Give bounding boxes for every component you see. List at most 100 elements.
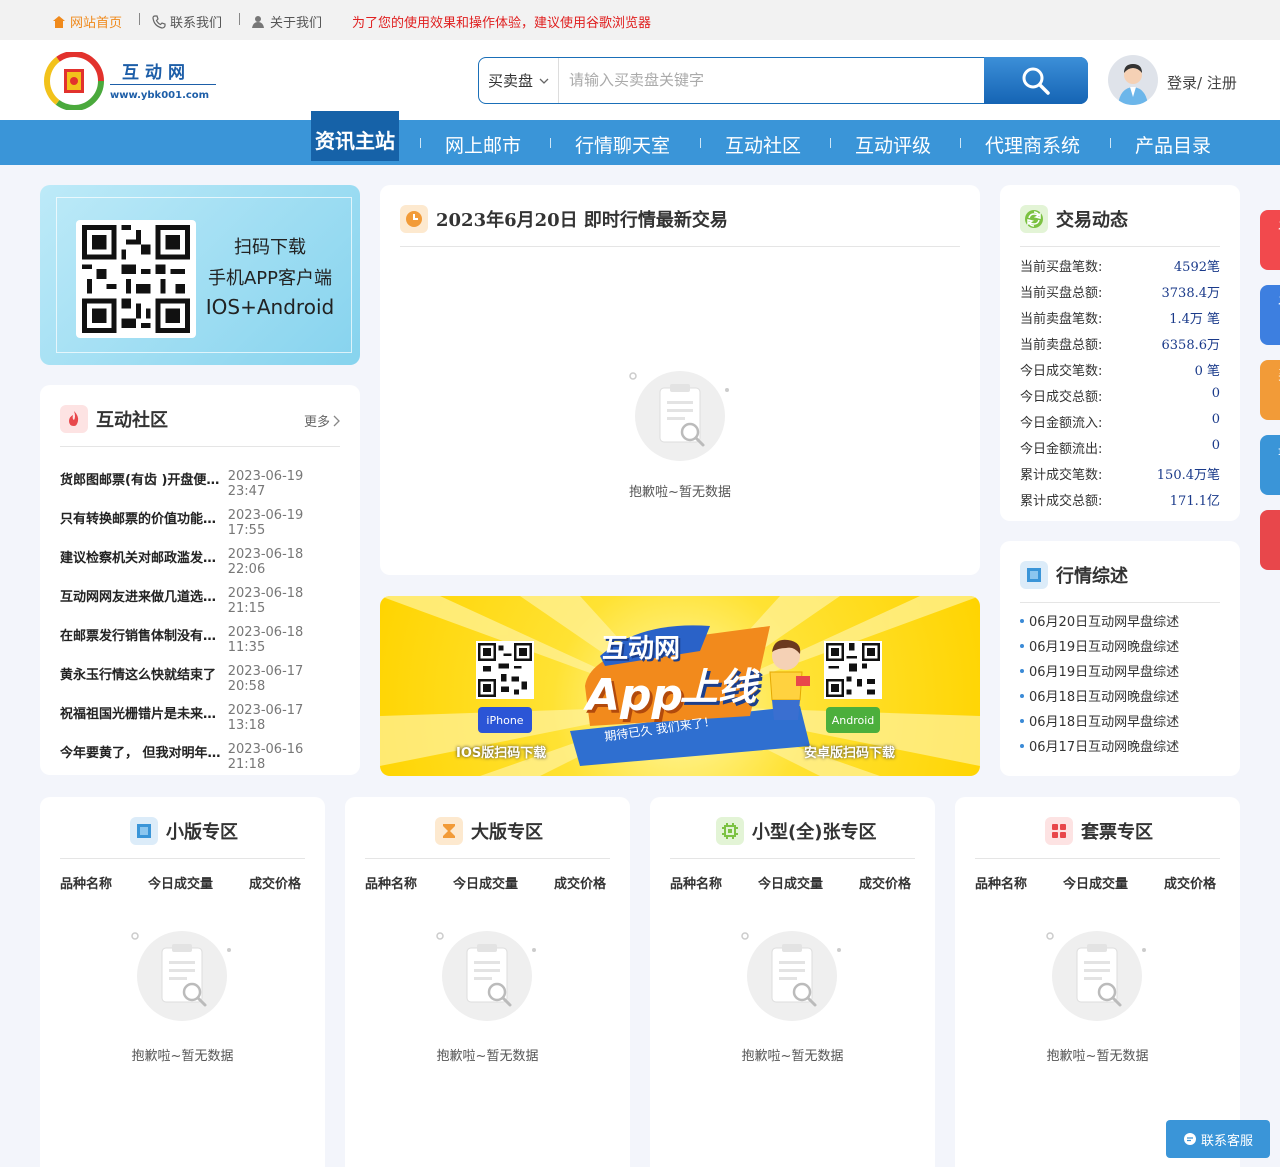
stat-label: 累计成交总额: [1020,494,1103,509]
column-header: 今日成交量 [1063,877,1129,892]
community-title-text: 互动社区 [96,410,168,431]
list-item[interactable]: 06月19日互动网早盘综述 [1020,661,1179,680]
empty-clipboard-icon [1046,931,1146,1021]
community-more-link[interactable]: 更多 [304,411,340,430]
list-item[interactable]: 建议检察机关对邮政滥发邮票进行2023-06-18 22:06 [60,547,342,577]
contact-link[interactable]: 联系我们 [152,12,222,31]
post-date: 2023-06-18 22:06 [227,547,304,577]
list-item[interactable]: 黄永玉行情这么快就结束了 2023-06-17 20:58 [60,664,342,694]
stat-value: 0 [1211,412,1220,427]
banner-line-2: 手机APP客户端 [207,268,333,289]
side-tab-latest[interactable]: 最 [1260,435,1280,495]
home-link[interactable]: 网站首页 [52,12,122,31]
column-header: 成交价格 [1164,877,1217,892]
review-link: 06月17日互动网晚盘综述 [1029,740,1180,755]
clock-icon [400,205,428,233]
stat-label: 今日成交笔数: [1020,364,1103,379]
contact-label: 联系我们 [170,16,223,31]
phone-icon [152,14,166,29]
stat-label: 当前卖盘总额: [1020,338,1103,353]
bullet [1020,718,1024,723]
post-title: 在邮票发行销售体制没有改变之前 [60,629,228,644]
stat-row: 累计成交笔数: 150.4万笔 [1020,464,1220,483]
post-date: 2023-06-18 11:35 [227,625,304,655]
banner-line-1: 扫码下载 [234,237,306,258]
list-item[interactable]: 06月19日互动网晚盘综述 [1020,636,1179,655]
post-title: 今年要黄了， 但我对明年依然充满 [60,746,228,761]
avatar[interactable] [1108,55,1158,105]
banner-headline-app: App [586,670,684,721]
chevron-right-icon [333,415,340,426]
nav-item-agent-system[interactable]: 代理商系统 [985,131,1080,158]
post-title: 建议检察机关对邮政滥发邮票进行 [60,551,228,566]
empty-text: 抱歉啦~暂无数据 [1046,1049,1149,1064]
search-type-label: 买卖盘 [487,72,533,90]
zone-title: 小型(全)张专区 [716,817,876,845]
divider [1020,602,1220,603]
search-input[interactable] [569,66,969,94]
ios-caption: IOS版扫码下载 [456,746,547,761]
list-item[interactable]: 只有转换邮票的价值功能才有出路2023-06-19 17:55 [60,508,342,538]
nav-item-rating[interactable]: 互动评级 [855,131,931,158]
review-title: 行情综述 [1020,561,1128,589]
realtime-card: 2023年6月20日 即时行情最新交易 抱歉啦~暂无数据 [380,185,980,575]
stat-value: 150.4万笔 [1156,468,1220,483]
list-item[interactable]: 06月17日互动网晚盘综述 [1020,736,1179,755]
empty-text: 抱歉啦~暂无数据 [741,1049,844,1064]
search-button[interactable] [984,57,1088,104]
post-title: 货郎图邮票(有齿 )开盘便宜了一半 [60,473,228,488]
nav-item-catalog[interactable]: 产品目录 [1135,131,1211,158]
list-item[interactable]: 今年要黄了， 但我对明年依然充满2023-06-16 21:18 [60,742,342,772]
review-link: 06月19日互动网早盘综述 [1029,665,1180,680]
community-title: 互动社区 [60,405,168,433]
column-header: 品种名称 [975,877,1028,892]
column-header: 今日成交量 [148,877,214,892]
list-item[interactable]: 货郎图邮票(有齿 )开盘便宜了一半2023-06-19 23:47 [60,469,342,499]
bullet [1020,693,1024,698]
list-item[interactable]: 06月18日互动网早盘综述 [1020,711,1179,730]
empty-clipboard-icon [741,931,841,1021]
list-item[interactable]: 祝福祖国光栅错片是未来之星 2023-06-17 13:18 [60,703,342,733]
list-item[interactable]: 互动网网友进来做几道选择题 2023-06-18 21:15 [60,586,342,616]
side-tab-publish-buy[interactable]: 发 [1260,210,1280,270]
stat-row: 当前买盘总额: 3738.4万 [1020,282,1220,301]
stat-row: 今日成交笔数: 0 笔 [1020,360,1220,379]
contact-service-button[interactable]: 联系客服 [1166,1120,1270,1158]
ios-qr-code [476,641,534,699]
side-tab-buy[interactable]: 买 [1260,360,1280,420]
chevron-down-icon [539,78,549,84]
nav-divider [550,138,551,148]
hourglass-icon [435,817,463,845]
column-header: 今日成交量 [758,877,824,892]
list-item[interactable]: 在邮票发行销售体制没有改变之前2023-06-18 11:35 [60,625,342,655]
list-item[interactable]: 06月20日互动网早盘综述 [1020,611,1179,630]
logo-divider [110,84,216,85]
empty-clipboard-icon [629,371,729,461]
nav-item-chatroom[interactable]: 行情聊天室 [575,131,670,158]
nav-item-community[interactable]: 互动社区 [725,131,801,158]
side-tab-publish-sell[interactable]: 发 [1260,285,1280,345]
about-link[interactable]: 关于我们 [252,12,322,31]
nav-item-news[interactable]: 资讯主站 [311,111,399,161]
side-tab-custom[interactable]: 自 [1260,510,1280,570]
list-item[interactable]: 06月18日互动网晚盘综述 [1020,686,1179,705]
flame-icon [60,405,88,433]
search-type-select[interactable]: 买卖盘 [479,58,559,103]
qr-code-icon [82,225,190,333]
stat-value: 3738.4万 [1161,286,1221,301]
stat-row: 今日金额流入: 0 [1020,412,1220,431]
login-register-link[interactable]: 登录/ 注册 [1167,72,1237,93]
stat-label: 当前卖盘笔数: [1020,312,1103,327]
banner-headline-launch: 上线 [680,665,757,709]
bullet [1020,618,1024,623]
zone-title-text: 小版专区 [166,822,238,843]
app-launch-banner[interactable]: iPhone IOS版扫码下载 互动网 App 上线 期待已久 我们来了！ An… [380,596,980,776]
bullet [1020,743,1024,748]
zone-title-text: 小型(全)张专区 [752,822,877,843]
app-download-banner[interactable]: 扫码下载 手机APP客户端 IOS+Android [40,185,360,365]
column-header: 成交价格 [554,877,607,892]
divider [365,858,610,859]
side-tab-label: 自 [1275,518,1280,531]
nav-item-stamp-market[interactable]: 网上邮市 [445,131,521,158]
banner-line-3: IOS+Android [205,295,335,319]
